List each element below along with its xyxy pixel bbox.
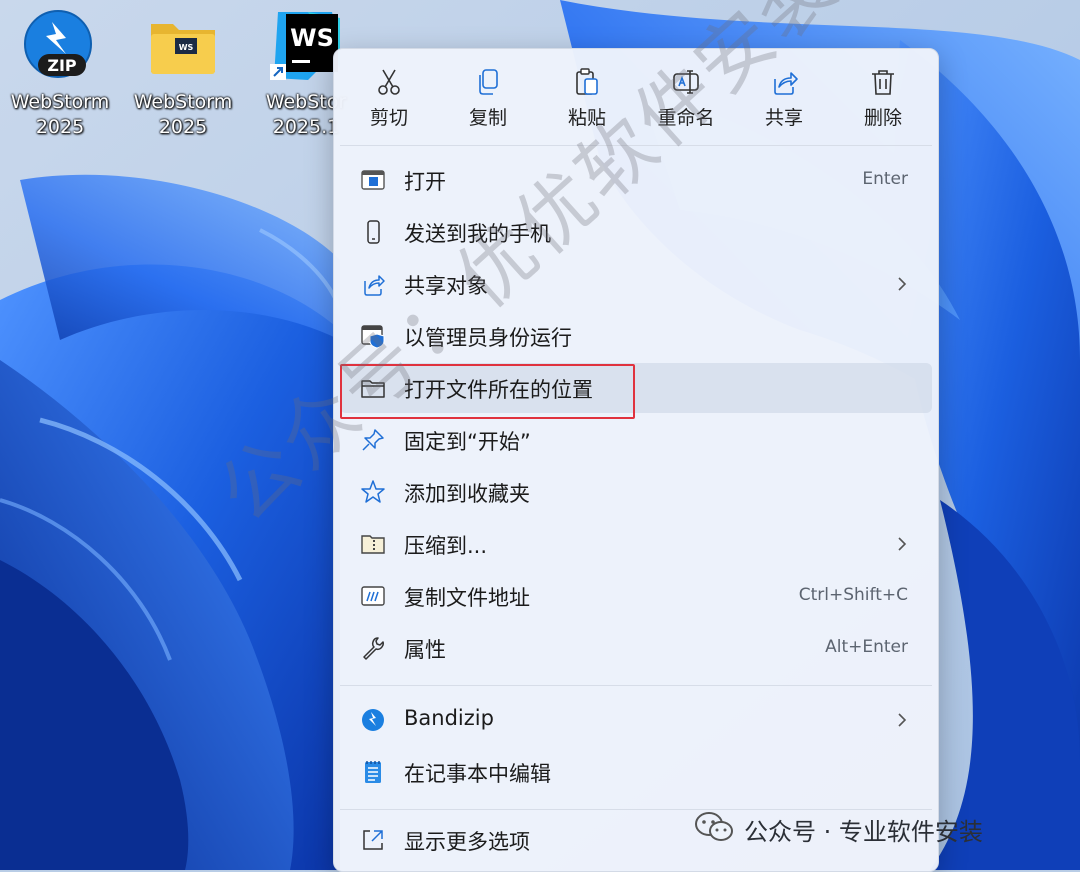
copy-label: 复制 (468, 107, 507, 129)
share-icon (774, 72, 798, 95)
notepad-icon (365, 761, 381, 783)
menu-item-compress-to[interactable]: 压缩到... (340, 519, 932, 569)
folder-icon (361, 380, 385, 398)
menu-item-label: 显示更多选项 (404, 830, 530, 854)
rename-label: 重命名 (657, 107, 715, 129)
menu-item-add-to-favorites[interactable]: 添加到收藏夹 (340, 467, 932, 517)
shortcut-text: Ctrl+Shift+C (798, 585, 908, 605)
copy-icon (479, 69, 498, 95)
menu-item-properties[interactable]: 属性 Alt+Enter (340, 623, 932, 673)
desktop-icon-webstorm-folder[interactable]: WS WebStorm 2025 (124, 8, 242, 140)
paste-label: 粘贴 (567, 107, 606, 129)
menu-divider (340, 809, 932, 810)
rename-icon (673, 70, 699, 94)
credit-text: 公众号 · 专业软件安装 (744, 818, 983, 846)
share-button[interactable]: 共享 (739, 67, 829, 139)
menu-item-label: 打开文件所在的位置 (404, 378, 593, 402)
desktop-icon-label: WebStorm 2025 (10, 91, 110, 138)
menu-item-label: 打开 (404, 170, 446, 194)
svg-text:WS: WS (179, 43, 194, 52)
menu-divider (340, 145, 932, 146)
shortcut-text: Enter (862, 169, 908, 189)
menu-item-label: 共享对象 (404, 274, 488, 298)
desktop-icon-label: WebStorm 2025 (133, 91, 233, 138)
wrench-icon (363, 637, 384, 660)
menu-item-label: 压缩到... (404, 534, 488, 558)
menu-item-label: 以管理员身份运行 (404, 326, 572, 350)
menu-item-label: Bandizip (404, 706, 494, 730)
copy-button[interactable]: 复制 (443, 67, 533, 139)
copy-path-icon (361, 586, 385, 606)
menu-item-label: 在记事本中编辑 (404, 762, 551, 786)
menu-item-copy-as-path[interactable]: 复制文件地址 Ctrl+Shift+C (340, 571, 932, 621)
star-icon (361, 480, 385, 503)
zip-folder-icon (361, 535, 385, 554)
share-icon (364, 275, 385, 296)
desktop-icon-webstorm-zip[interactable]: ZIP WebStorm 2025 (1, 8, 119, 140)
paste-button[interactable]: 粘贴 (542, 67, 632, 139)
menu-item-bandizip[interactable]: Bandizip (340, 695, 932, 745)
wechat-icon (695, 812, 733, 841)
menu-item-open[interactable]: 打开 Enter (340, 155, 932, 205)
delete-button[interactable]: 删除 (838, 67, 928, 139)
menu-item-share-object[interactable]: 共享对象 (340, 259, 932, 309)
menu-item-run-as-admin[interactable]: 以管理员身份运行 (340, 311, 932, 361)
open-window-icon (361, 170, 385, 190)
zip-badge: ZIP (47, 56, 77, 75)
svg-text:WS: WS (290, 24, 334, 52)
menu-item-edit-in-notepad[interactable]: 在记事本中编辑 (340, 747, 932, 797)
paste-icon (576, 68, 598, 95)
menu-item-label: 发送到我的手机 (404, 222, 551, 246)
zip-archive-icon: ZIP (22, 8, 98, 84)
share-label: 共享 (764, 107, 803, 129)
rename-button[interactable]: 重命名 (641, 67, 731, 139)
cut-button[interactable]: 剪切 (344, 67, 434, 139)
folder-icon: WS (145, 8, 221, 84)
shortcut-text: Alt+Enter (825, 637, 908, 657)
shield-icon (361, 325, 385, 349)
menu-divider (340, 685, 932, 686)
menu-item-label: 属性 (404, 638, 446, 662)
expand-icon (363, 830, 383, 850)
chevron-right-icon (898, 537, 907, 551)
menu-item-pin-to-start[interactable]: 固定到“开始” (340, 415, 932, 465)
chevron-right-icon (898, 713, 907, 727)
chevron-right-icon (898, 277, 907, 291)
pin-icon (362, 429, 384, 451)
trash-icon (872, 70, 894, 95)
menu-item-send-to-phone[interactable]: 发送到我的手机 (340, 207, 932, 257)
cut-label: 剪切 (369, 107, 408, 129)
menu-item-label: 复制文件地址 (404, 586, 530, 610)
menu-item-label: 固定到“开始” (404, 430, 531, 454)
delete-label: 删除 (863, 107, 902, 129)
context-menu: 剪切 复制 粘贴 重命名 共享 删除 打开 Enter 发送到我的手机 共享对象… (333, 48, 939, 872)
phone-icon (367, 220, 380, 244)
context-menu-toolbar: 剪切 复制 粘贴 重命名 共享 删除 (334, 49, 938, 141)
menu-item-label: 添加到收藏夹 (404, 482, 530, 506)
scissors-icon (378, 69, 400, 95)
bandizip-icon (362, 709, 384, 731)
menu-item-open-file-location[interactable]: 打开文件所在的位置 (340, 363, 932, 413)
